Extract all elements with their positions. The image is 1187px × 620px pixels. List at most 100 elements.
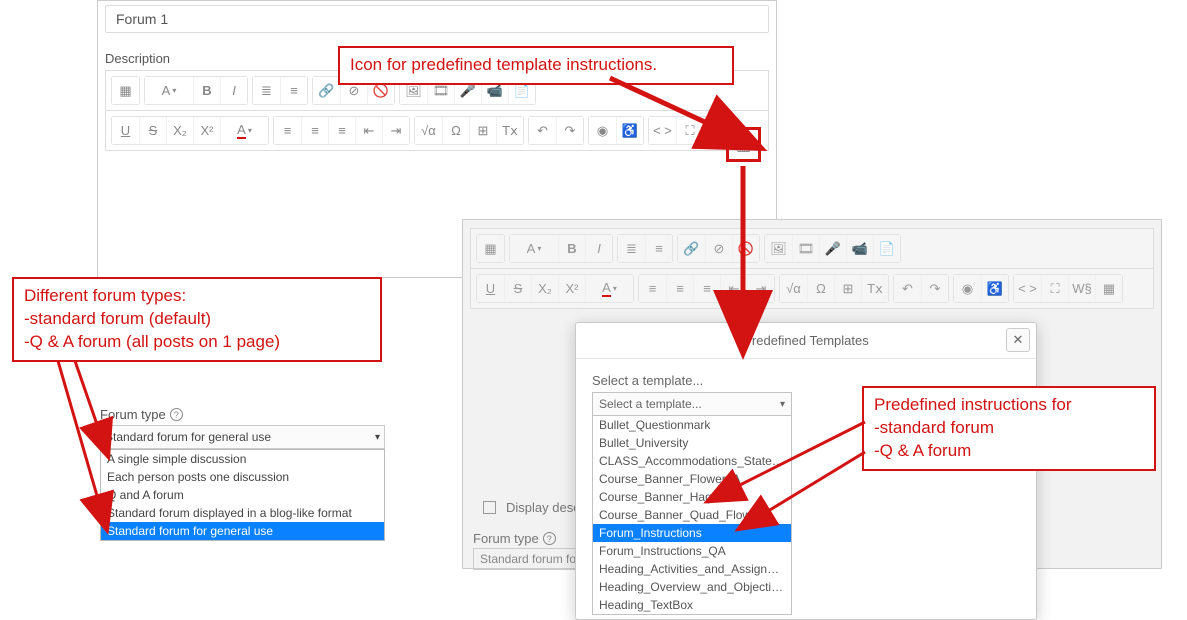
template-option[interactable]: Course_Banner_Quad_Flowers [593, 506, 791, 524]
template-option[interactable]: Bullet_Questionmark [593, 416, 791, 434]
align-left-button[interactable]: ≡ [639, 275, 666, 302]
outdent-button[interactable]: ⇤ [720, 275, 747, 302]
fontcolor-button[interactable]: A▾ [220, 117, 268, 144]
superscript-button[interactable]: X² [558, 275, 585, 302]
italic-button[interactable]: I [585, 235, 612, 262]
grid-toggle-icon[interactable]: ▦ [477, 235, 504, 262]
predefined-template-icon[interactable]: ▦ [726, 127, 761, 162]
accessibility-button[interactable]: ♿ [616, 117, 643, 144]
display-desc-checkbox[interactable] [483, 501, 496, 514]
htmlcode-button[interactable]: < > [649, 117, 676, 144]
unlink-button[interactable]: ⊘ [705, 235, 732, 262]
table-button[interactable]: ⊞ [834, 275, 861, 302]
align-right-button[interactable]: ≡ [328, 117, 355, 144]
ul-button[interactable]: ≣ [253, 77, 280, 104]
align-center-button[interactable]: ≡ [301, 117, 328, 144]
predefined-templates-modal: Predefined Templates ✕ Select a template… [575, 322, 1037, 620]
mic-button[interactable]: 🎤 [819, 235, 846, 262]
superscript-button[interactable]: X² [193, 117, 220, 144]
indent-button[interactable]: ⇥ [747, 275, 774, 302]
forum-type-listbox[interactable]: A single simple discussion Each person p… [100, 449, 385, 541]
forum-type-option[interactable]: Standard forum displayed in a blog-like … [101, 504, 384, 522]
preview-button[interactable]: ◉ [954, 275, 981, 302]
close-icon: ✕ [1013, 332, 1024, 348]
template-option[interactable]: Course_Banner_Flower_A [593, 470, 791, 488]
template-option-selected[interactable]: Forum_Instructions [593, 524, 791, 542]
clearformat-button[interactable]: T𝗑 [861, 275, 888, 302]
specialchar-button[interactable]: Ω [442, 117, 469, 144]
editor2-toolbar-row2: U S X₂ X² A▾ ≡ ≡ ≡ ⇤ ⇥ √α Ω ⊞ T𝗑 ↶ ↷ ◉ ♿ [470, 268, 1154, 309]
underline-button[interactable]: U [477, 275, 504, 302]
align-center-button[interactable]: ≡ [666, 275, 693, 302]
clearformat-button[interactable]: T𝗑 [496, 117, 523, 144]
template-listbox[interactable]: Bullet_Questionmark Bullet_University CL… [592, 416, 792, 615]
redo-button[interactable]: ↷ [921, 275, 948, 302]
font-picker[interactable]: A▾ [145, 77, 193, 104]
template-option[interactable]: Heading_TextBox [593, 596, 791, 614]
video-button[interactable]: 📹 [846, 235, 873, 262]
redo-button[interactable]: ↷ [556, 117, 583, 144]
annotation-template-icon: Icon for predefined template instruction… [338, 46, 734, 85]
outdent-button[interactable]: ⇤ [355, 117, 382, 144]
strike-button[interactable]: S [139, 117, 166, 144]
chevron-down-icon: ▾ [375, 432, 380, 443]
help-icon[interactable]: ? [543, 532, 556, 545]
forum-type-select[interactable]: Standard forum for general use ▾ [100, 425, 385, 449]
specialchar-button[interactable]: Ω [807, 275, 834, 302]
underline-button[interactable]: U [112, 117, 139, 144]
subscript-button[interactable]: X₂ [531, 275, 558, 302]
chevron-down-icon: ▾ [780, 399, 785, 410]
fullscreen-button[interactable]: ⛶ [1041, 275, 1068, 302]
accessibility-button[interactable]: ♿ [981, 275, 1008, 302]
editor2-toolbar-row1: ▦ A▾ B I ≣ ≡ 🔗 ⊘ 🚫 🖼 🎞 🎤 📹 📄 [470, 228, 1154, 269]
subscript-button[interactable]: X₂ [166, 117, 193, 144]
template-select[interactable]: Select a template... ▾ [592, 392, 792, 416]
wordcount-button[interactable]: W§ [1068, 275, 1095, 302]
template-option[interactable]: Heading_Activities_and_Assignments [593, 560, 791, 578]
link-button[interactable]: 🔗 [313, 77, 340, 104]
forum-type-option[interactable]: Each person posts one discussion [101, 468, 384, 486]
bold-button[interactable]: B [193, 77, 220, 104]
template-option[interactable]: Forum_Instructions_QA [593, 542, 791, 560]
forum-name-input[interactable]: Forum 1 [105, 5, 769, 33]
forum-type-option[interactable]: A single simple discussion [101, 450, 384, 468]
template-option[interactable]: CLASS_Accommodations_Statement [593, 452, 791, 470]
table-button[interactable]: ⊞ [469, 117, 496, 144]
undo-button[interactable]: ↶ [894, 275, 921, 302]
link-button[interactable]: 🔗 [678, 235, 705, 262]
template-option[interactable]: Bullet_University [593, 434, 791, 452]
equation-button[interactable]: √α [780, 275, 807, 302]
align-right-button[interactable]: ≡ [693, 275, 720, 302]
equation-button[interactable]: √α [415, 117, 442, 144]
file-button[interactable]: 📄 [873, 235, 900, 262]
template-option[interactable]: Course_Banner_Hagfors [593, 488, 791, 506]
annotation-forum-types: Different forum types: -standard forum (… [12, 277, 382, 362]
htmlcode-button[interactable]: < > [1014, 275, 1041, 302]
predefined-template-button[interactable]: ▦ [1095, 275, 1122, 302]
fontcolor-button[interactable]: A▾ [585, 275, 633, 302]
preview-button[interactable]: ◉ [589, 117, 616, 144]
media-button[interactable]: 🎞 [792, 235, 819, 262]
italic-button[interactable]: I [220, 77, 247, 104]
editor-toolbar-row2: U S X₂ X² A▾ ≡ ≡ ≡ ⇤ ⇥ √α Ω ⊞ T𝗑 ↶ ↷ ◉ ♿ [105, 110, 769, 151]
annotation-predefined-instructions: Predefined instructions for -standard fo… [862, 386, 1156, 471]
fullscreen-button[interactable]: ⛶ [676, 117, 703, 144]
grid-toggle-icon[interactable]: ▦ [112, 77, 139, 104]
template-option[interactable]: Heading_Overview_and_Objectives [593, 578, 791, 596]
ul-button[interactable]: ≣ [618, 235, 645, 262]
ol-button[interactable]: ≡ [645, 235, 672, 262]
image-button[interactable]: 🖼 [765, 235, 792, 262]
align-left-button[interactable]: ≡ [274, 117, 301, 144]
forum-type-selected: Standard forum for general use [105, 430, 271, 444]
noautolink-button[interactable]: 🚫 [732, 235, 759, 262]
font-picker[interactable]: A▾ [510, 235, 558, 262]
forum-type-option[interactable]: Q and A forum [101, 486, 384, 504]
indent-button[interactable]: ⇥ [382, 117, 409, 144]
help-icon[interactable]: ? [170, 408, 183, 421]
undo-button[interactable]: ↶ [529, 117, 556, 144]
modal-close-button[interactable]: ✕ [1006, 328, 1030, 352]
bold-button[interactable]: B [558, 235, 585, 262]
forum-type-option-selected[interactable]: Standard forum for general use [101, 522, 384, 540]
ol-button[interactable]: ≡ [280, 77, 307, 104]
strike-button[interactable]: S [504, 275, 531, 302]
